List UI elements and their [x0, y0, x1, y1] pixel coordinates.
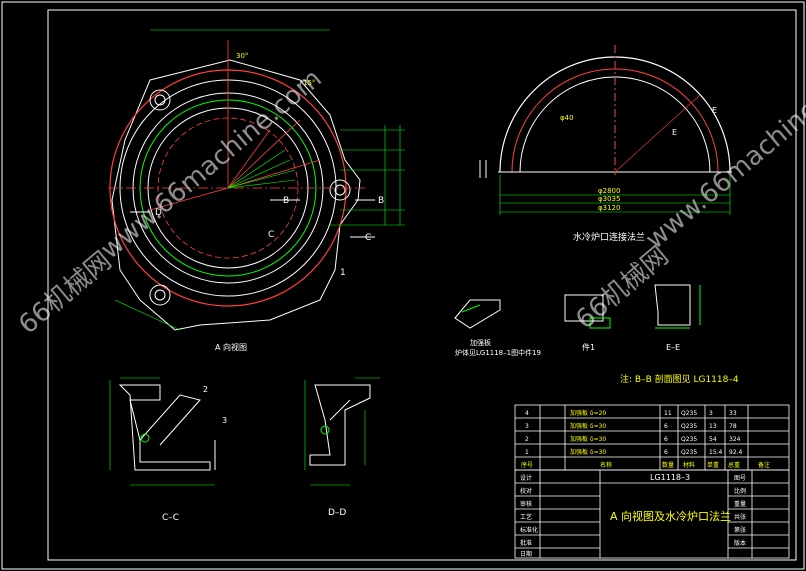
bom-h-w2: 总重 [728, 461, 740, 469]
bom-row3-w2: 324 [729, 436, 741, 443]
tb-left-6: 日期 [520, 550, 532, 558]
ee-title: E–E [666, 343, 680, 352]
tb-left-5: 批准 [520, 539, 532, 547]
bom-row3-w1: 54 [709, 436, 717, 443]
mark-e-right: E [712, 106, 717, 115]
flange-d2: φ3035 [598, 195, 620, 203]
bom-row4-w1: 15.4 [709, 449, 723, 456]
tb-left-0: 设计 [520, 474, 532, 482]
bom-row2-no: 3 [525, 423, 529, 430]
bom-row3-qty: 6 [664, 436, 668, 443]
bom-h-qty: 数量 [662, 461, 674, 469]
mark-b-left: B [283, 196, 289, 206]
bom-row1-name: 加强板 δ=20 [570, 409, 606, 417]
cc-part2: 2 [203, 385, 208, 394]
title-right-labels: 图号 比例 重量 共张 第张 版本 [734, 475, 746, 547]
flange-title: 水冷炉口连接法兰 [573, 231, 645, 243]
ee-section [654, 284, 701, 329]
bom-row1-mat: Q235 [681, 410, 697, 417]
cad-drawing: B B C C D 1 A 向视图 30° 15° φ40 φ2800 φ303… [1, 1, 806, 570]
reinforce-plate [454, 299, 501, 329]
bom-row4-w2: 92.4 [729, 449, 743, 456]
mark-c-left: C [268, 230, 274, 240]
tb-right-5: 版本 [734, 539, 746, 547]
bom-h-name: 名称 [600, 461, 612, 469]
tb-right-4: 第张 [734, 526, 746, 534]
tb-right-3: 共张 [734, 513, 746, 521]
tb-left-3: 工艺 [520, 513, 532, 521]
bom-h-no: 序号 [521, 461, 533, 469]
watermark-cn-left: 66机械网 [13, 246, 117, 340]
bom-row2-qty: 6 [664, 423, 668, 430]
bom-row2-w2: 78 [729, 423, 737, 430]
mark-c-right: C [365, 233, 371, 243]
tb-left-1: 校对 [520, 487, 532, 495]
flange-d1: φ2800 [598, 187, 620, 195]
bom-row1-w1: 3 [709, 410, 713, 417]
bom-h-w1: 单重 [707, 461, 719, 469]
dd-title: D–D [328, 508, 346, 518]
bom-row2-mat: Q235 [681, 423, 697, 430]
mark-b-right: B [378, 196, 384, 206]
bom-h-mat: 材料 [683, 461, 695, 469]
bom-row4-name: 加强板 δ=30 [570, 448, 606, 456]
bom-row4-no: 1 [525, 449, 529, 456]
bom-row2-w1: 13 [709, 423, 717, 430]
detail1-title: 件1 [582, 342, 595, 352]
drawing-title: A 向视图及水冷炉口法兰 [610, 509, 731, 523]
mark-e-left: E [672, 128, 677, 137]
section-note: 加强板 [470, 338, 491, 347]
bom-row3-mat: Q235 [681, 436, 697, 443]
flange-d3: φ3120 [598, 204, 620, 212]
dd-section [304, 377, 380, 486]
a-view [108, 29, 405, 331]
tb-left-4: 标准化 [520, 526, 538, 534]
cc-section [109, 377, 216, 486]
bom-h-note: 备注 [758, 461, 770, 469]
a-view-title: A 向视图 [215, 342, 247, 352]
deg-label-1: 30° [236, 52, 248, 60]
tb-right-2: 重量 [734, 500, 746, 508]
bom-table [514, 404, 790, 471]
cc-title: C–C [162, 513, 179, 523]
tb-right-0: 图号 [734, 475, 746, 482]
bom-row1-no: 4 [525, 410, 529, 417]
bom-row3-name: 加强板 δ=30 [570, 435, 606, 443]
tb-left-2: 审核 [520, 500, 532, 508]
drawing-number: LG1118–3 [650, 473, 690, 482]
bom-row2-name: 加强板 δ=30 [570, 422, 606, 430]
watermark-cn-right: 66机械网 [570, 241, 674, 335]
bom-row1-qty: 11 [664, 410, 672, 417]
mark-part1: 1 [340, 268, 346, 278]
bb-note: 注: B–B 剖面图见 LG1118–4 [620, 373, 739, 385]
bom-row4-mat: Q235 [681, 449, 697, 456]
watermark-url-right: www.66machine.com [640, 54, 806, 256]
tb-right-1: 比例 [734, 487, 746, 495]
cc-part3: 3 [222, 416, 227, 425]
bom-row3-no: 2 [525, 436, 529, 443]
flange-angle: φ40 [560, 114, 574, 122]
title-left-labels: 设计 校对 审核 工艺 标准化 批准 日期 [520, 474, 538, 558]
bom-row4-qty: 6 [664, 449, 668, 456]
bom-row1-w2: 33 [729, 410, 737, 417]
material-note: 炉体见LG1118–1图中件19 [455, 348, 541, 357]
